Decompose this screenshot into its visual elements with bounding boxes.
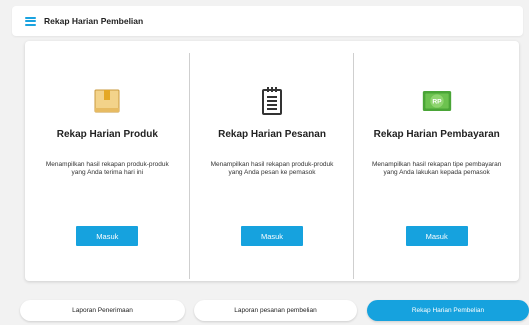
money-icon-label: RP [432,99,442,106]
masuk-pembayaran-button[interactable]: Masuk [405,226,468,246]
masuk-produk-button[interactable]: Masuk [76,226,139,246]
card-title: Rekap Harian Pembayaran [373,129,500,140]
box-icon [92,86,122,116]
page-title: Rekap Harian Pembelian [44,16,144,26]
recap-cards-panel: Rekap Harian Produk Menampilkan hasil re… [25,41,519,281]
tab-laporan-penerimaan[interactable]: Laporan Penerimaan [20,300,185,321]
card-description: Menampilkan hasil rekapan tipe pembayara… [371,161,502,176]
bottom-tabs: Laporan Penerimaan Laporan pesanan pembe… [20,300,529,321]
card-description: Menampilkan hasil rekapan produk-produk … [210,161,334,176]
card-rekap-produk: Rekap Harian Produk Menampilkan hasil re… [25,41,190,281]
hamburger-menu-icon[interactable] [25,16,36,26]
tab-laporan-pesanan-pembelian[interactable]: Laporan pesanan pembelian [194,300,357,321]
card-title: Rekap Harian Produk [56,129,158,140]
card-title: Rekap Harian Pesanan [218,129,326,140]
card-description: Menampilkan hasil rekapan produk-produk … [45,161,169,176]
page: Rekap Harian Pembelian Rekap Harian Prod… [0,0,529,325]
card-rekap-pembayaran: RP Rekap Harian Pembayaran Menampilkan h… [354,41,519,281]
masuk-pesanan-button[interactable]: Masuk [241,226,303,246]
app-header: Rekap Harian Pembelian [12,6,523,36]
tab-rekap-harian-pembelian[interactable]: Rekap Harian Pembelian [367,300,529,321]
card-rekap-pesanan: Rekap Harian Pesanan Menampilkan hasil r… [190,41,355,281]
rupiah-money-icon: RP [422,86,452,116]
notepad-icon [257,86,287,116]
